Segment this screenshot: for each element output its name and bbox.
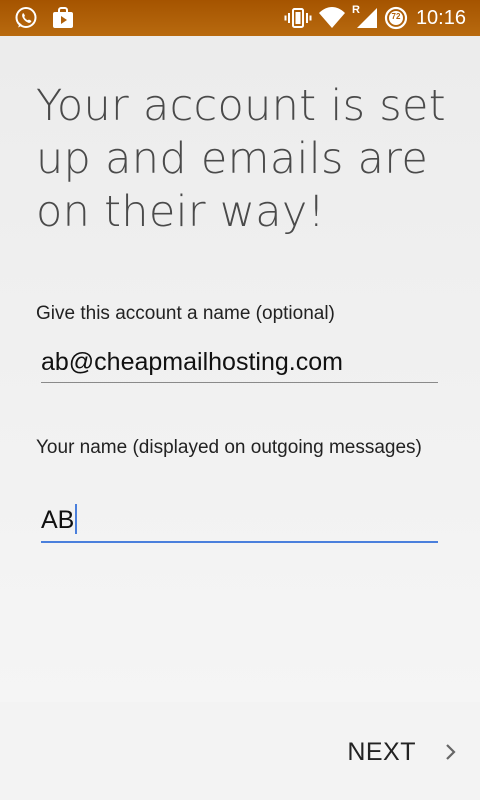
whatsapp-icon: [15, 7, 37, 28]
page-title: Your account is set up and emails are on…: [36, 81, 446, 237]
wifi-icon: [319, 7, 345, 28]
your-name-underline: [41, 541, 438, 543]
your-name-field[interactable]: AB: [41, 500, 438, 540]
briefcase-icon: [53, 7, 73, 28]
next-button[interactable]: NEXT: [347, 730, 458, 774]
chevron-right-icon: [446, 744, 456, 760]
account-name-underline: [41, 382, 438, 383]
your-name-label: Your name (displayed on outgoing message…: [36, 437, 422, 458]
bottom-bar: NEXT: [0, 702, 480, 800]
text-cursor: [75, 504, 78, 534]
your-name-value: AB: [41, 506, 75, 534]
status-bar: R 72 10:16: [0, 0, 480, 36]
account-name-label: Give this account a name (optional): [36, 303, 335, 324]
cell-signal-icon: [357, 8, 377, 28]
account-name-field[interactable]: ab@cheapmailhosting.com: [41, 342, 438, 382]
battery-level: 72: [391, 12, 401, 21]
vibrate-icon: [284, 8, 312, 28]
next-button-label: NEXT: [347, 737, 416, 766]
status-time: 10:16: [415, 7, 466, 29]
account-name-value: ab@cheapmailhosting.com: [41, 348, 343, 376]
setup-content: Your account is set up and emails are on…: [0, 36, 480, 702]
